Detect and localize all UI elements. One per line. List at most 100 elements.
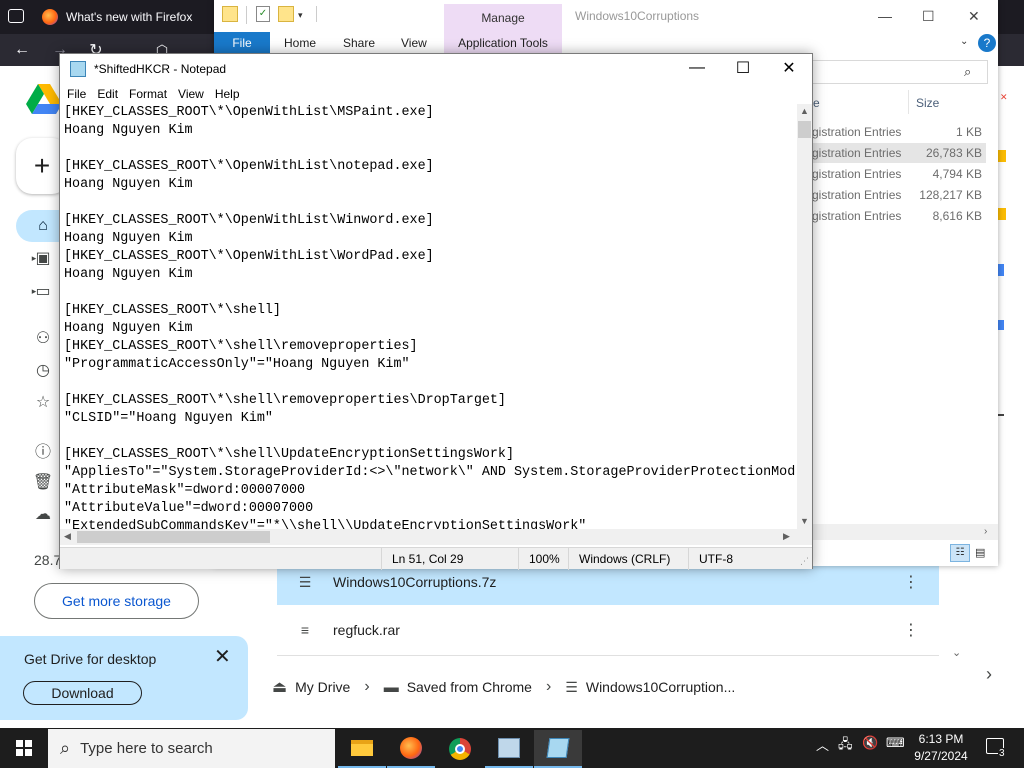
- details-view-icon[interactable]: ☷: [950, 544, 970, 562]
- more-options-icon[interactable]: ⋮: [883, 620, 939, 640]
- customize-qa-icon[interactable]: ▾: [298, 10, 303, 21]
- taskbar-file-explorer[interactable]: [338, 730, 386, 768]
- network-icon[interactable]: 🖧: [838, 735, 853, 757]
- text-line: "AttributeValue"=dword:00007000: [64, 501, 314, 516]
- expand-ribbon-icon[interactable]: ⌄: [960, 36, 968, 47]
- breadcrumb-saved-from-chrome[interactable]: Saved from Chrome: [407, 679, 532, 695]
- properties-icon[interactable]: ✓: [256, 6, 270, 22]
- maximize-icon[interactable]: ☐: [922, 8, 935, 25]
- menu-format[interactable]: Format: [129, 87, 167, 101]
- notification-center[interactable]: 3: [984, 736, 1008, 760]
- start-button[interactable]: [0, 728, 48, 768]
- explorer-search-box[interactable]: [812, 60, 988, 84]
- ribbon-share-tab[interactable]: Share: [343, 36, 375, 50]
- minimize-icon[interactable]: —: [878, 8, 892, 24]
- help-icon[interactable]: ?: [978, 34, 996, 52]
- new-folder-icon[interactable]: [278, 6, 294, 22]
- keep-icon[interactable]: [998, 150, 1006, 162]
- close-icon[interactable]: ✕: [766, 54, 812, 82]
- shared-with-me-icon[interactable]: ⚇: [33, 328, 53, 348]
- search-placeholder: Type here to search: [80, 740, 213, 757]
- file-row[interactable]: ≡ regfuck.rar ⋮: [277, 607, 939, 653]
- taskbar-registry-editor[interactable]: [485, 730, 533, 768]
- my-drive-icon[interactable]: ▣: [33, 248, 53, 268]
- keyboard-icon[interactable]: ⌨: [886, 735, 905, 751]
- chevron-right-icon[interactable]: ›: [986, 664, 992, 685]
- google-drive-logo[interactable]: [26, 84, 62, 114]
- breadcrumb-file[interactable]: Windows10Corruption...: [586, 679, 735, 695]
- file-list-row[interactable]: gistration Entries 1 KB: [812, 122, 986, 142]
- volume-muted-icon[interactable]: 🔇: [862, 735, 878, 751]
- ribbon-view-tab[interactable]: View: [401, 36, 427, 50]
- side-panel-icon[interactable]: ✕: [1000, 92, 1008, 102]
- registry-editor-icon: [498, 738, 520, 758]
- notepad-status-bar: Ln 51, Col 29 100% Windows (CRLF) UTF-8: [60, 547, 812, 570]
- notepad-icon: [70, 61, 86, 77]
- calendar-icon[interactable]: [998, 320, 1004, 330]
- taskbar-chrome[interactable]: [436, 730, 484, 768]
- recent-icon[interactable]: ◷: [33, 360, 53, 380]
- file-list-row[interactable]: gistration Entries 4,794 KB: [812, 164, 986, 184]
- download-button[interactable]: Download: [23, 681, 142, 705]
- computers-icon[interactable]: ▭: [33, 281, 53, 301]
- file-list-row[interactable]: gistration Entries 128,217 KB: [812, 185, 986, 205]
- tasks-icon[interactable]: [998, 208, 1006, 220]
- status-encoding: UTF-8: [688, 547, 788, 570]
- scroll-down-arrow-icon[interactable]: ▼: [800, 516, 809, 526]
- minimize-icon[interactable]: —: [674, 54, 720, 82]
- resize-grip-icon[interactable]: ⋰: [800, 556, 809, 567]
- scroll-right-arrow-icon[interactable]: ▶: [783, 531, 790, 542]
- menu-help[interactable]: Help: [215, 87, 240, 101]
- menu-file[interactable]: File: [67, 87, 86, 101]
- file-list-row[interactable]: gistration Entries 8,616 KB: [812, 206, 986, 226]
- explorer-horizontal-scrollbar[interactable]: [812, 524, 998, 540]
- notepad-text-area[interactable]: [HKEY_CLASSES_ROOT\*\OpenWithList\MSPain…: [60, 104, 797, 529]
- taskbar-firefox[interactable]: [387, 730, 435, 768]
- text-line: [HKEY_CLASSES_ROOT\*\OpenWithList\WordPa…: [64, 249, 434, 264]
- ribbon-file-tab[interactable]: File: [214, 32, 270, 54]
- get-more-storage-button[interactable]: Get more storage: [34, 583, 199, 619]
- trash-icon[interactable]: 🗑: [33, 472, 53, 492]
- ribbon-app-tools-tab[interactable]: Application Tools: [444, 32, 562, 54]
- show-hidden-icons-icon[interactable]: ︿: [816, 735, 829, 754]
- menu-view[interactable]: View: [178, 87, 204, 101]
- taskbar-notepad[interactable]: [534, 730, 582, 768]
- scroll-right-arrow-icon[interactable]: ›: [984, 526, 987, 537]
- spam-icon[interactable]: ⓘ: [33, 440, 53, 461]
- divider: [277, 655, 939, 656]
- starred-icon[interactable]: ☆: [33, 392, 53, 412]
- column-header-name[interactable]: e: [813, 96, 820, 110]
- large-icons-view-icon[interactable]: ▤: [975, 546, 985, 559]
- scroll-up-arrow-icon[interactable]: ▲: [800, 106, 809, 116]
- back-arrow-icon[interactable]: ←: [10, 38, 34, 62]
- column-divider: [908, 90, 909, 114]
- text-line: [HKEY_CLASSES_ROOT\*\shell\UpdateEncrypt…: [64, 447, 514, 462]
- status-zoom: 100%: [518, 547, 568, 570]
- ribbon-home-tab[interactable]: Home: [284, 36, 316, 50]
- maximize-icon[interactable]: ☐: [720, 54, 766, 82]
- contacts-icon[interactable]: [998, 264, 1004, 276]
- firefox-tab[interactable]: What's new with Firefox: [34, 2, 214, 32]
- scroll-left-arrow-icon[interactable]: ◀: [64, 531, 71, 542]
- column-header-size[interactable]: Size: [916, 96, 939, 110]
- close-icon[interactable]: ✕: [968, 8, 980, 25]
- storage-cloud-icon[interactable]: ☁: [33, 504, 53, 524]
- taskbar-search-box[interactable]: ⌕ Type here to search: [48, 729, 335, 768]
- more-options-icon[interactable]: ⋮: [883, 572, 939, 592]
- taskbar-clock[interactable]: 6:13 PM 9/27/2024: [906, 731, 976, 765]
- manage-tab[interactable]: Manage: [444, 4, 562, 32]
- breadcrumb: ⏏ My Drive › ▬ Saved from Chrome › ☰ Win…: [272, 672, 735, 702]
- list-tabs-icon[interactable]: [8, 9, 24, 23]
- close-icon[interactable]: ✕: [214, 644, 231, 669]
- file-list-row[interactable]: gistration Entries 26,783 KB: [812, 143, 986, 163]
- folder-icon: [222, 6, 238, 22]
- scroll-down-icon[interactable]: ⌄: [952, 646, 961, 659]
- vertical-scroll-thumb[interactable]: [798, 121, 811, 138]
- windows-logo-icon: [16, 740, 32, 756]
- text-line: Hoang Nguyen Kim: [64, 267, 193, 282]
- menu-edit[interactable]: Edit: [97, 87, 118, 101]
- breadcrumb-my-drive[interactable]: My Drive: [295, 679, 350, 695]
- notepad-vertical-scrollbar[interactable]: [797, 104, 812, 529]
- horizontal-scroll-thumb[interactable]: [77, 531, 270, 543]
- home-icon[interactable]: ⌂: [33, 216, 53, 236]
